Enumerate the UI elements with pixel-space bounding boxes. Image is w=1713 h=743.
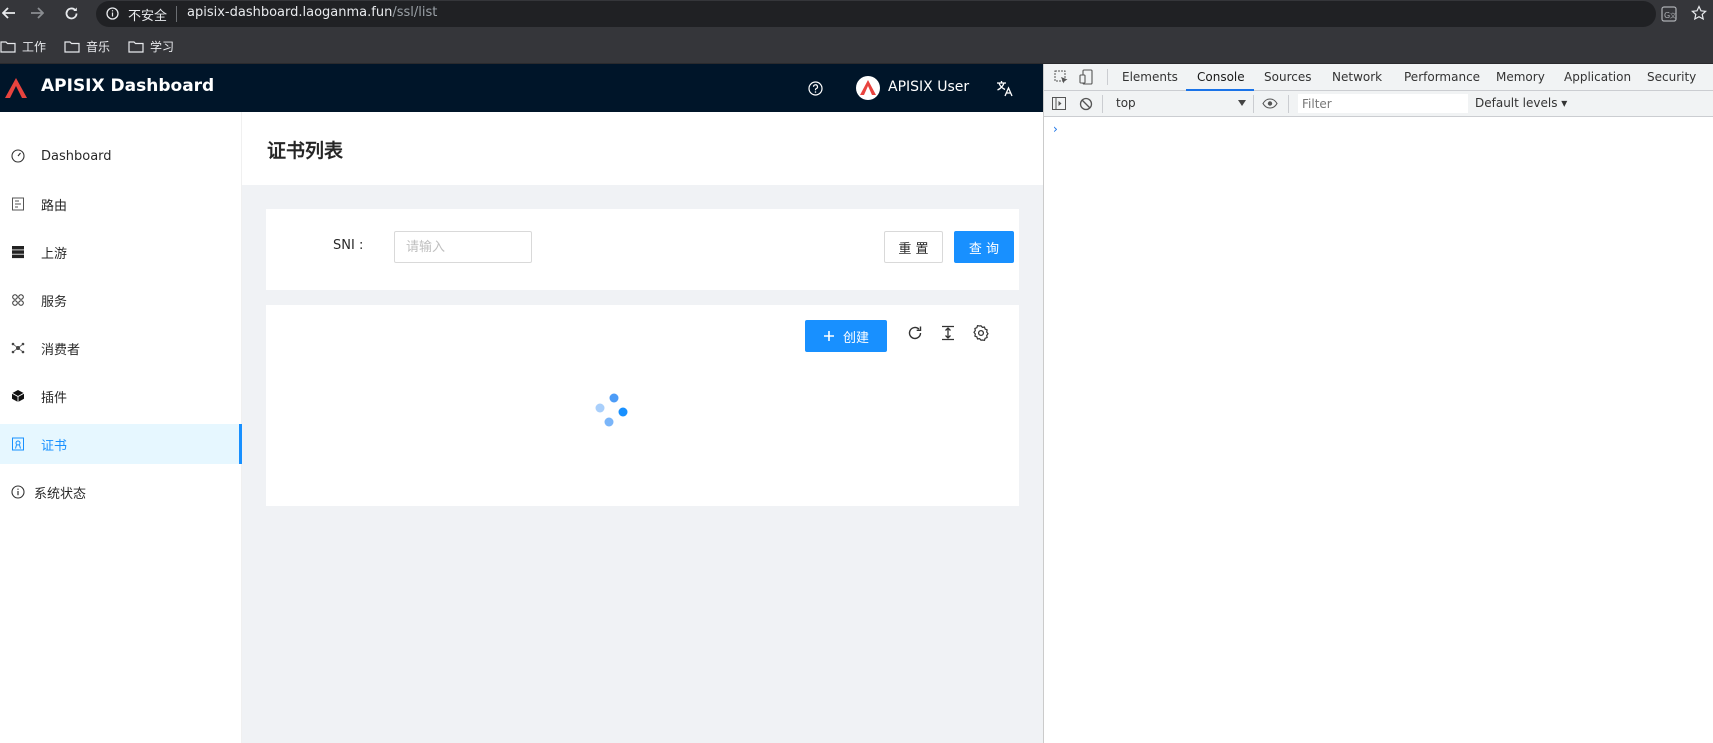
bookmark-star-icon[interactable] bbox=[1691, 5, 1707, 21]
folder-icon bbox=[128, 40, 144, 53]
clear-console-icon[interactable] bbox=[1079, 97, 1093, 111]
info-circle-icon[interactable] bbox=[106, 7, 119, 20]
console-toolbar: top Default levels ▾ bbox=[1044, 91, 1713, 117]
security-label[interactable]: 不安全 bbox=[128, 5, 167, 24]
create-button-label: 创建 bbox=[842, 330, 869, 346]
language-icon[interactable] bbox=[996, 80, 1014, 97]
address-divider bbox=[176, 6, 177, 22]
sidebar-item-consumer[interactable]: 消费者 bbox=[0, 328, 242, 368]
apisix-logo-icon[interactable] bbox=[4, 77, 28, 99]
tab-security[interactable]: Security bbox=[1647, 70, 1696, 84]
create-button[interactable]: 创建 bbox=[805, 320, 887, 352]
loading-spinner-icon bbox=[594, 393, 630, 429]
setting-icon[interactable] bbox=[972, 324, 990, 342]
toolbar-divider bbox=[1288, 95, 1289, 113]
browser-toolbar: 不安全 apisix-dashboard.laoganma.fun/ssl/li… bbox=[0, 0, 1713, 28]
console-prompt-icon[interactable]: › bbox=[1053, 122, 1058, 136]
url-text[interactable]: apisix-dashboard.laoganma.fun/ssl/list bbox=[187, 5, 437, 20]
tab-application[interactable]: Application bbox=[1564, 70, 1631, 84]
bookmark-folder[interactable]: 工作 bbox=[0, 36, 46, 56]
plugin-icon bbox=[11, 389, 25, 403]
sidebar-item-label: 服务 bbox=[41, 294, 68, 310]
toolbar-divider bbox=[1253, 95, 1254, 113]
device-toolbar-icon[interactable] bbox=[1079, 69, 1094, 85]
tab-console[interactable]: Console bbox=[1197, 70, 1245, 84]
bookmark-label: 音乐 bbox=[86, 39, 111, 54]
show-sidebar-icon[interactable] bbox=[1052, 97, 1066, 110]
sidebar-item-label: 消费者 bbox=[41, 342, 81, 358]
tab-sources[interactable]: Sources bbox=[1264, 70, 1311, 84]
sidebar-item-route[interactable]: 路由 bbox=[0, 184, 242, 224]
page-title: 证书列表 bbox=[267, 140, 344, 162]
folder-icon bbox=[64, 40, 80, 53]
plus-icon bbox=[823, 330, 835, 342]
sidebar-menu: Dashboard 路由 上游 服务 消费者 插件 证书 系统状态 bbox=[0, 112, 242, 743]
eye-icon[interactable] bbox=[1262, 98, 1278, 109]
column-height-icon[interactable] bbox=[939, 324, 957, 342]
sidebar-item-service[interactable]: 服务 bbox=[0, 280, 242, 320]
devtools-panel: Elements Console Sources Network Perform… bbox=[1043, 64, 1713, 743]
app-title[interactable]: APISIX Dashboard bbox=[41, 76, 214, 96]
bookmark-folder[interactable]: 学习 bbox=[128, 36, 174, 56]
sidebar-item-system-status[interactable]: 系统状态 bbox=[0, 472, 242, 512]
certificate-icon bbox=[11, 437, 25, 451]
devtools-tab-bar: Elements Console Sources Network Perform… bbox=[1044, 64, 1713, 91]
main-content: 证书列表 SNI : 重 置 查 询 创建 bbox=[242, 112, 1043, 743]
upstream-icon bbox=[11, 245, 25, 259]
translate-page-icon[interactable]: G文 bbox=[1661, 6, 1677, 22]
sidebar-item-label: 插件 bbox=[41, 390, 68, 406]
service-icon bbox=[11, 293, 25, 307]
info-icon bbox=[11, 485, 25, 499]
context-selector[interactable]: top bbox=[1116, 96, 1136, 110]
sni-label: SNI : bbox=[333, 238, 364, 253]
app-header: APISIX Dashboard APISIX User bbox=[0, 64, 1043, 112]
bookmark-label: 工作 bbox=[22, 39, 47, 54]
dashboard-icon bbox=[11, 149, 25, 163]
bookmarks-bar: 工作 音乐 学习 bbox=[0, 28, 1713, 64]
url-path: /ssl/list bbox=[392, 5, 438, 20]
console-filter-input[interactable] bbox=[1298, 94, 1468, 113]
user-name[interactable]: APISIX User bbox=[888, 79, 969, 95]
sidebar-item-dashboard[interactable]: Dashboard bbox=[0, 136, 242, 176]
sidebar-item-label: 路由 bbox=[41, 198, 68, 214]
tab-memory[interactable]: Memory bbox=[1496, 70, 1545, 84]
sidebar-item-label: Dashboard bbox=[41, 148, 112, 164]
bookmark-folder[interactable]: 音乐 bbox=[64, 36, 110, 56]
inspect-element-icon[interactable] bbox=[1054, 70, 1069, 85]
consumer-icon bbox=[11, 341, 25, 355]
sni-search-input[interactable] bbox=[394, 231, 532, 263]
tab-performance[interactable]: Performance bbox=[1404, 70, 1480, 84]
log-levels-dropdown[interactable]: Default levels ▾ bbox=[1475, 96, 1567, 110]
folder-icon bbox=[0, 40, 16, 53]
back-icon[interactable] bbox=[2, 6, 16, 20]
tab-network[interactable]: Network bbox=[1332, 70, 1382, 84]
query-button[interactable]: 查 询 bbox=[954, 231, 1014, 263]
tab-elements[interactable]: Elements bbox=[1122, 70, 1178, 84]
page-header: 证书列表 bbox=[242, 112, 1043, 185]
search-form: SNI : 重 置 查 询 bbox=[266, 209, 1019, 290]
toolbar-divider bbox=[1102, 95, 1103, 113]
sidebar-item-upstream[interactable]: 上游 bbox=[0, 232, 242, 272]
help-icon[interactable] bbox=[808, 81, 823, 96]
svg-text:文: 文 bbox=[1670, 12, 1676, 20]
sidebar-item-plugin[interactable]: 插件 bbox=[0, 376, 242, 416]
sidebar-item-certificate[interactable]: 证书 bbox=[0, 424, 242, 464]
avatar[interactable] bbox=[856, 76, 880, 100]
route-icon bbox=[11, 197, 25, 211]
reload-icon[interactable] bbox=[64, 6, 79, 21]
forward-icon[interactable] bbox=[30, 6, 44, 20]
reset-button[interactable]: 重 置 bbox=[884, 231, 943, 263]
reload-icon[interactable] bbox=[906, 324, 924, 342]
sidebar-item-label: 上游 bbox=[41, 246, 68, 262]
certificate-table: 创建 bbox=[266, 305, 1019, 506]
sidebar-item-label: 系统状态 bbox=[34, 486, 87, 502]
tab-divider bbox=[1107, 69, 1108, 85]
sidebar-item-label: 证书 bbox=[41, 438, 68, 454]
url-host: apisix-dashboard.laoganma.fun bbox=[187, 5, 393, 20]
dropdown-arrow-icon[interactable] bbox=[1238, 100, 1246, 106]
bookmark-label: 学习 bbox=[150, 39, 175, 54]
